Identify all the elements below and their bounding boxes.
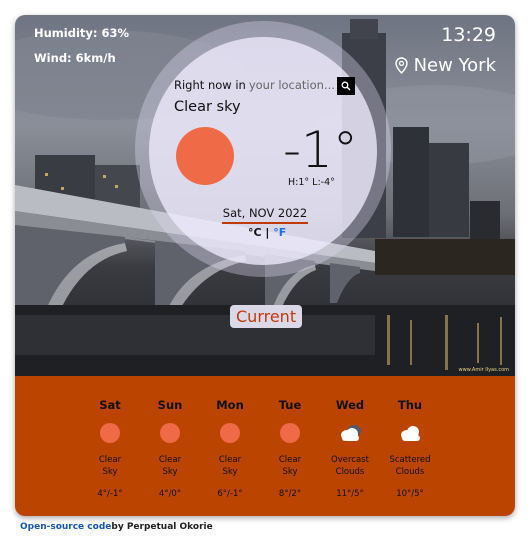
sun-icon: [220, 423, 240, 443]
forecast-temperature-range: 4°/-1°: [97, 489, 123, 499]
forecast-description-line: Sky: [102, 467, 118, 477]
forecast-day-name: Tue: [278, 398, 302, 412]
forecast-day-name: Sat: [99, 398, 121, 412]
author-byline: by Perpetual Okorie: [111, 522, 213, 532]
forecast-description-line: Sky: [222, 467, 238, 477]
forecast-description-line: Sky: [162, 467, 178, 477]
footer: Open-source codeby Perpetual Okorie: [20, 522, 213, 532]
sun-icon: [160, 423, 180, 443]
humidity-readout: Humidity: 63%: [34, 26, 130, 40]
forecast-description-line: Clear: [278, 455, 302, 465]
forecast-temperature-range: 10°/5°: [396, 489, 424, 499]
forecast-description-line: Sky: [282, 467, 298, 477]
forecast-temperature-range: 11°/5°: [336, 489, 364, 499]
forecast-description: Clear Sky: [140, 454, 200, 478]
overcast-clouds-icon: [337, 423, 365, 443]
location-pin-icon: [394, 57, 408, 74]
sun-icon: [100, 423, 120, 443]
sun-icon: [176, 127, 234, 185]
search-icon: [341, 81, 351, 91]
forecast-temperature-range: 4°/0°: [158, 489, 182, 499]
wind-readout: Wind: 6km/h: [34, 51, 116, 65]
forecast-panel: Sat Clear Sky 4°/-1° Sun Clear Sky 4°/0°…: [15, 376, 515, 516]
forecast-description-line: Clear: [158, 455, 182, 465]
city-name: New York: [413, 55, 496, 76]
forecast-description-line: Clear: [218, 455, 242, 465]
location-prompt[interactable]: Right now in your location...: [174, 78, 335, 92]
forecast-description-line: Overcast: [331, 455, 369, 465]
forecast-description-line: Clear: [98, 455, 122, 465]
sun-icon: [280, 423, 300, 443]
forecast-temperature-range: 6°/-1°: [217, 489, 243, 499]
unit-toggle: °C | °F: [248, 226, 286, 239]
weather-card: Humidity: 63% Wind: 6km/h 13:29 New York…: [15, 15, 515, 516]
forecast-description: Clear Sky: [260, 454, 320, 478]
forecast-description: Clear Sky: [200, 454, 260, 478]
forecast-description: Scattered Clouds: [380, 454, 440, 478]
high-low-temperature: H:1° L:-4°: [288, 177, 335, 188]
current-label: Current: [230, 305, 303, 328]
city-background: Humidity: 63% Wind: 6km/h 13:29 New York…: [15, 15, 515, 376]
forecast-day-name: Wed: [335, 398, 365, 412]
forecast-day-name: Sun: [157, 398, 183, 412]
fahrenheit-toggle[interactable]: °F: [273, 226, 286, 239]
location-placeholder[interactable]: your location...: [249, 78, 335, 92]
celsius-toggle[interactable]: °C: [248, 226, 262, 239]
forecast-day-name: Mon: [216, 398, 244, 412]
forecast-temperature-range: 8°/2°: [278, 489, 302, 499]
current-temperature: -1°: [283, 121, 358, 179]
forecast-description: Clear Sky: [80, 454, 140, 478]
current-condition: Clear sky: [174, 99, 241, 115]
forecast-day-name: Thu: [397, 398, 423, 412]
forecast-description: Overcast Clouds: [320, 454, 380, 478]
forecast-description-line: Clouds: [335, 467, 365, 477]
forecast-description-line: Clouds: [395, 467, 425, 477]
search-button[interactable]: [337, 77, 355, 95]
current-time: 13:29: [441, 24, 496, 46]
current-date: Sat, NOV 2022: [222, 206, 308, 224]
unit-separator: |: [261, 226, 274, 239]
cloud-icon: [397, 423, 425, 443]
forecast-description-line: Scattered: [389, 455, 431, 465]
city-label: New York: [394, 55, 496, 76]
image-watermark: www.Amir Ilyas.com: [458, 367, 509, 373]
prompt-prefix: Right now in: [174, 78, 246, 92]
source-code-link[interactable]: Open-source code: [20, 522, 111, 532]
